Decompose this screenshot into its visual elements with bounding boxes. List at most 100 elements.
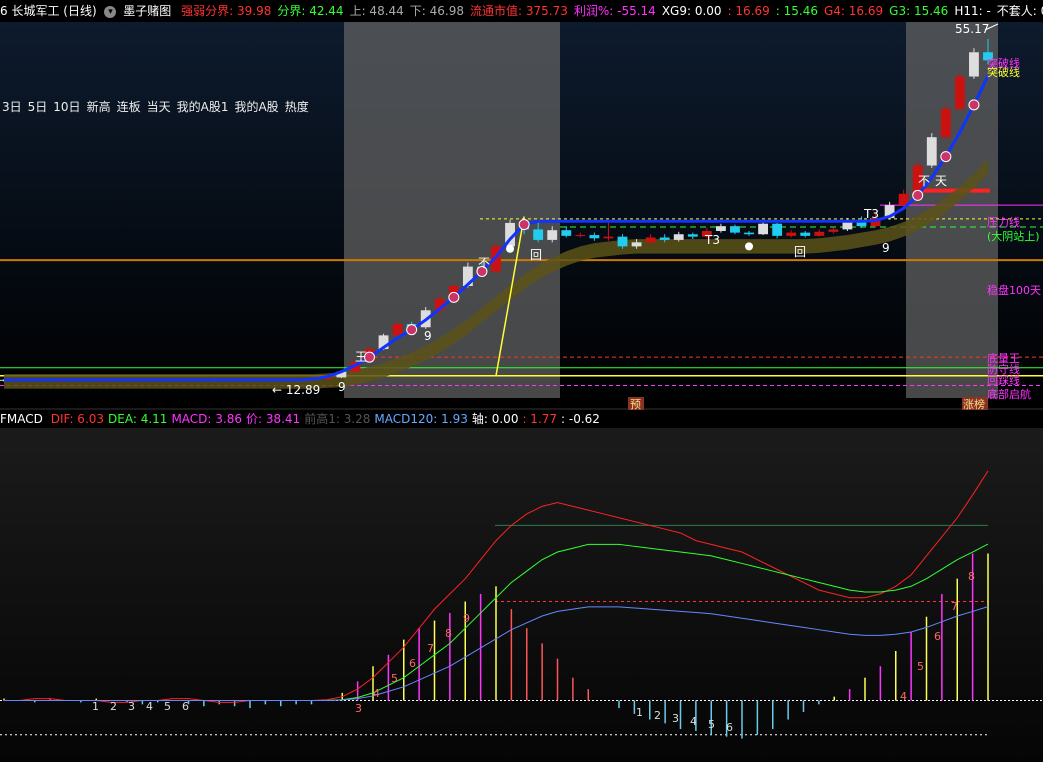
header-item: XG9: 0.00 (661, 4, 722, 18)
candle (926, 137, 937, 166)
count-label: 5 (708, 718, 715, 731)
count-label: 6 (409, 657, 416, 670)
macd-name: FMACD (0, 412, 43, 426)
period-tab[interactable]: 我的A股 (234, 100, 278, 114)
count-label: 6 (726, 721, 733, 734)
macd-item: DEA: 4.11 (108, 412, 168, 426)
macd-item: MACD120: 1.93 (374, 412, 468, 426)
count-label: 3 (672, 712, 679, 725)
count-label: 8 (445, 627, 452, 640)
period-tab[interactable]: 我的A股1 (177, 100, 229, 114)
candle (589, 235, 600, 239)
count-label: 1 (636, 706, 643, 719)
count-label: 5 (164, 700, 171, 713)
period-tab[interactable]: 当天 (147, 100, 171, 114)
candle (715, 226, 726, 232)
candle (828, 229, 839, 232)
macd-values: DIF: 6.03 DEA: 4.11 MACD: 3.86 价: 38.41 前高1:… (51, 412, 604, 426)
signal-dot (518, 219, 530, 231)
right-level-label: 稳盘100天 (987, 283, 1041, 297)
count-label: 6 (934, 630, 941, 643)
candle (547, 230, 558, 240)
right-level-label: 突破线 (987, 56, 1020, 70)
candle (659, 237, 670, 240)
count-label: 2 (110, 700, 117, 713)
nine-label: 9 (882, 241, 890, 255)
count-label: 4 (690, 715, 697, 728)
macd-item: 轴: 0.00 (471, 412, 519, 426)
period-tab[interactable]: 连板 (117, 100, 141, 114)
candle (786, 232, 797, 236)
macd-item: 价: 38.41 (245, 412, 301, 426)
right-level-label: 压力线 (987, 215, 1020, 229)
highlight-zone-right (906, 22, 998, 398)
candle (814, 231, 825, 236)
header-item: 强弱分界: 39.98 (181, 4, 272, 18)
count-label: 5 (917, 660, 924, 673)
count-label: 7 (427, 642, 434, 655)
header-values: 强弱分界: 39.98 分界: 42.44 上: 48.44 下: 46.98 流通市值… (181, 4, 1043, 18)
header-item: 流通市值: 375.73 (470, 4, 568, 18)
candle (772, 223, 783, 236)
count-label: 3 (355, 702, 362, 715)
macd-item: : -0.62 (561, 412, 600, 426)
count-label: 8 (968, 570, 975, 583)
header-item: 下: 46.98 (409, 4, 465, 18)
header-item: 不套人: 0.00 (996, 4, 1043, 18)
macd-header: FMACD DIF: 6.03 DEA: 4.11 MACD: 3.86 价: 38.… (0, 410, 1043, 428)
right-level-label: 回踩线 (987, 373, 1020, 387)
price-high-label: 55.17 (955, 22, 989, 36)
count-label: 6 (182, 700, 189, 713)
stock-title: 6 长城军工 (日线) (0, 4, 97, 18)
indicator-header: 6 长城军工 (日线) ▾ 墨子赌图 强弱分界: 39.98 分界: 42.44 上… (0, 0, 1043, 22)
candle (954, 76, 965, 109)
period-tab[interactable]: 热度 (285, 100, 309, 114)
candle (940, 108, 951, 138)
chevron-down-icon[interactable]: ▾ (104, 5, 117, 18)
hui-label: 回 (530, 248, 542, 262)
candle (631, 242, 642, 247)
macd-item: 前高1: 3.28 (304, 412, 371, 426)
count-label: 4 (146, 700, 153, 713)
count-label: 9 (463, 612, 470, 625)
T3-label: T3 (704, 233, 720, 247)
period-tab[interactable]: 10日 (53, 100, 80, 114)
period-tab[interactable]: 5日 (28, 100, 48, 114)
candle (758, 223, 769, 235)
period-tab[interactable]: 3日 (2, 100, 22, 114)
candle (561, 230, 572, 236)
indicator-name[interactable]: 墨子赌图 (123, 4, 171, 18)
macd-item: MACD: 3.86 (171, 412, 242, 426)
right-level-label: 底部启航 (987, 387, 1031, 401)
candle (392, 324, 403, 336)
signal-dot (940, 151, 952, 163)
signal-dot (448, 291, 460, 303)
macd-item: : 1.77 (522, 412, 558, 426)
count-label: 4 (900, 690, 907, 703)
right-level-label: (大阴站上) (987, 229, 1040, 243)
header-item: H11: - (954, 4, 991, 18)
macd-panel-background (0, 428, 1043, 762)
count-label: 7 (951, 600, 958, 613)
macd-item: DIF: 6.03 (50, 412, 105, 426)
zhangbang-label: 涨榜 (963, 397, 985, 411)
count-label: 5 (391, 672, 398, 685)
header-item: 利润%: -55.14 (573, 4, 656, 18)
candle (687, 234, 698, 237)
price-low-label: ← 12.89 (272, 383, 320, 397)
count-label: 4 (373, 687, 380, 700)
count-label: 2 (654, 709, 661, 722)
tian-label: 天 (935, 174, 947, 188)
header-item: 上: 48.44 (349, 4, 404, 18)
period-tab[interactable]: 新高 (87, 100, 111, 114)
nine-label: 9 (424, 329, 432, 343)
candle (533, 229, 544, 240)
wang-label: 王 (355, 350, 367, 364)
candle (575, 235, 586, 237)
T3-label: T3 (863, 207, 879, 221)
count-label: 3 (128, 700, 135, 713)
header-item: G4: 16.69 (824, 4, 884, 18)
header-item: : 16.69 (727, 4, 770, 18)
signal-dot (912, 189, 924, 201)
hui-label: 回 (794, 245, 806, 259)
